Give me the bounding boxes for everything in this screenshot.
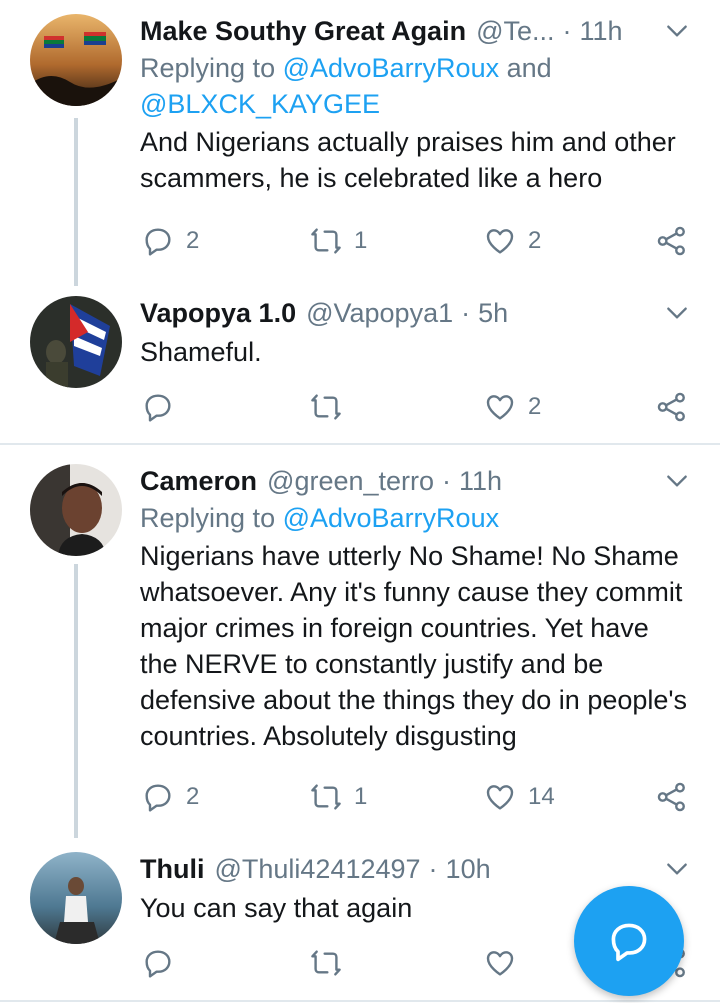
tweet-2[interactable]: Vapopya 1.0 @Vapopya1 · 5h Shameful. 2 xyxy=(0,290,720,442)
display-name[interactable]: Make Southy Great Again xyxy=(140,16,466,47)
retweet-button[interactable]: 1 xyxy=(310,780,367,814)
retweet-count: 1 xyxy=(354,227,368,254)
separator-dot: · xyxy=(461,297,471,328)
like-button[interactable] xyxy=(484,946,516,980)
retweet-icon xyxy=(311,784,341,810)
like-button[interactable]: 14 xyxy=(484,780,555,814)
reply-button[interactable]: 2 xyxy=(142,224,199,258)
reply-button[interactable]: 2 xyxy=(142,780,199,814)
reply-icon xyxy=(145,228,171,256)
tweet-divider xyxy=(0,443,720,445)
share-button[interactable] xyxy=(656,390,688,424)
tweet-text: Shameful. xyxy=(140,337,262,367)
thread-line xyxy=(74,118,78,286)
tweet-actions: 2 xyxy=(140,390,700,424)
reply-icon xyxy=(145,950,171,978)
heart-icon xyxy=(486,229,514,254)
user-handle[interactable]: @green_terro xyxy=(267,466,434,497)
tweet-1[interactable]: Make Southy Great Again @Te... · 11h Rep… xyxy=(0,0,720,290)
tweet-text: Nigerians have utterly No Shame! No Sham… xyxy=(140,541,688,751)
retweet-button[interactable]: 1 xyxy=(310,224,367,258)
tweet-3[interactable]: Cameron @green_terro · 11h Replying to @… xyxy=(0,446,720,840)
replying-to: Replying to @AdvoBarryRoux and @BLXCK_KA… xyxy=(140,53,552,119)
display-name[interactable]: Cameron xyxy=(140,466,257,497)
display-name[interactable]: Thuli xyxy=(140,854,204,885)
user-handle[interactable]: @Vapopya1 xyxy=(306,298,453,329)
replying-to: Replying to @AdvoBarryRoux xyxy=(140,503,500,533)
thread-line xyxy=(74,564,78,838)
retweet-button[interactable] xyxy=(310,946,342,980)
compose-reply-button[interactable] xyxy=(574,886,684,996)
share-icon xyxy=(657,226,685,256)
tweet-divider xyxy=(0,1000,720,1002)
reply-button[interactable] xyxy=(142,390,174,424)
tweet-header: Make Southy Great Again @Te... · 11h xyxy=(140,14,690,48)
mention-link[interactable]: @BLXCK_KAYGEE xyxy=(140,89,380,119)
like-button[interactable]: 2 xyxy=(484,224,541,258)
avatar[interactable] xyxy=(30,296,122,388)
timestamp[interactable]: 10h xyxy=(446,854,491,885)
heart-icon xyxy=(486,785,514,810)
share-icon xyxy=(657,392,685,422)
mention-link[interactable]: @AdvoBarryRoux xyxy=(283,503,500,533)
avatar[interactable] xyxy=(30,464,122,556)
chevron-down-icon[interactable] xyxy=(664,18,690,44)
compose-reply-icon xyxy=(611,923,647,962)
tweet-text: And Nigerians actually praises him and o… xyxy=(140,127,676,193)
chevron-down-icon[interactable] xyxy=(664,468,690,494)
reply-count: 2 xyxy=(186,783,200,810)
share-button[interactable] xyxy=(656,224,688,258)
like-button[interactable]: 2 xyxy=(484,390,541,424)
tweet-actions: 2 1 14 xyxy=(140,780,700,814)
retweet-icon xyxy=(311,950,341,976)
timestamp[interactable]: 11h xyxy=(580,16,623,47)
mention-link[interactable]: @AdvoBarryRoux xyxy=(283,53,500,83)
tweet-actions: 2 1 2 xyxy=(140,224,700,258)
tweet-header: Cameron @green_terro · 11h xyxy=(140,464,690,498)
timestamp[interactable]: 11h xyxy=(459,466,502,497)
timestamp[interactable]: 5h xyxy=(478,298,508,329)
separator-dot: · xyxy=(428,853,438,884)
heart-icon xyxy=(486,395,514,420)
reply-count: 2 xyxy=(186,227,200,254)
chevron-down-icon[interactable] xyxy=(664,856,690,882)
reply-button[interactable] xyxy=(142,946,174,980)
share-icon xyxy=(657,782,685,812)
user-handle[interactable]: @Thuli42412497 xyxy=(214,854,420,885)
tweet-header: Thuli @Thuli42412497 · 10h xyxy=(140,852,690,886)
avatar[interactable] xyxy=(30,852,122,944)
user-handle[interactable]: @Te... xyxy=(476,16,554,47)
heart-icon xyxy=(486,951,514,976)
retweet-button[interactable] xyxy=(310,390,342,424)
separator-dot: · xyxy=(442,465,452,496)
like-count: 2 xyxy=(528,227,542,254)
retweet-icon xyxy=(311,394,341,420)
retweet-icon xyxy=(311,228,341,254)
retweet-count: 1 xyxy=(354,783,368,810)
separator-dot: · xyxy=(562,15,572,46)
chevron-down-icon[interactable] xyxy=(664,300,690,326)
display-name[interactable]: Vapopya 1.0 xyxy=(140,298,296,329)
share-button[interactable] xyxy=(656,780,688,814)
reply-icon xyxy=(145,784,171,812)
tweet-header: Vapopya 1.0 @Vapopya1 · 5h xyxy=(140,296,690,330)
reply-icon xyxy=(145,394,171,422)
avatar[interactable] xyxy=(30,14,122,106)
like-count: 14 xyxy=(528,783,555,810)
like-count: 2 xyxy=(528,393,542,420)
